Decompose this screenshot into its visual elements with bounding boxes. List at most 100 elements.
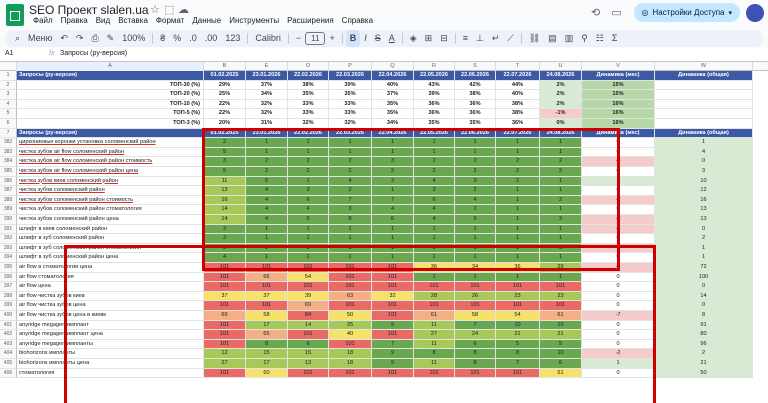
cell[interactable]: 34% <box>246 90 288 100</box>
cell[interactable]: -1 <box>582 263 655 273</box>
cell[interactable]: 24.08.2026 <box>540 128 582 139</box>
cell[interactable]: 58 <box>246 311 288 321</box>
menu-file[interactable]: Файл <box>29 16 57 25</box>
cell[interactable]: чистка зубов air flow соломенский район … <box>17 167 204 177</box>
cell[interactable]: 0 <box>582 368 655 379</box>
cell[interactable]: 4 <box>414 215 455 225</box>
cell[interactable]: 101 <box>204 263 246 273</box>
cell[interactable]: 16% <box>582 119 655 129</box>
cell[interactable]: 101 <box>414 301 455 311</box>
row-number[interactable]: 390 <box>0 215 17 225</box>
text-color-icon[interactable]: A <box>385 30 399 47</box>
cell[interactable]: 1 <box>372 243 414 254</box>
cell[interactable]: 1 <box>414 224 455 235</box>
row-number[interactable]: 386 <box>0 176 17 187</box>
cell[interactable]: 01.02.2025 <box>204 71 246 81</box>
row-number[interactable]: 385 <box>0 167 17 177</box>
cell[interactable]: 5 <box>288 215 329 225</box>
cell[interactable]: 2 <box>496 176 540 187</box>
cell[interactable]: 6 <box>540 359 582 369</box>
menu-format[interactable]: Формат <box>152 16 188 25</box>
cell[interactable] <box>655 119 753 129</box>
cell[interactable]: 101 <box>372 311 414 321</box>
cell[interactable]: 7 <box>329 195 372 206</box>
cell[interactable]: anyridge megagen импланты <box>17 339 204 350</box>
avatar[interactable] <box>746 3 764 22</box>
decimal-increase-icon[interactable]: .00 <box>201 30 222 47</box>
cell[interactable]: Динамика (общая) <box>655 71 753 81</box>
cell[interactable]: 3 <box>372 176 414 187</box>
cell[interactable]: air flow стоматология <box>17 272 204 283</box>
cell[interactable]: 22.07.2026 <box>496 71 540 81</box>
cell[interactable]: 4 <box>414 176 455 187</box>
cell[interactable]: 9 <box>372 320 414 331</box>
cell[interactable]: 7 <box>496 359 540 369</box>
cell[interactable]: 101 <box>372 301 414 311</box>
cell[interactable]: 101 <box>288 330 329 340</box>
cell[interactable]: 1 <box>496 272 540 283</box>
row-number[interactable]: 388 <box>0 195 17 206</box>
cell[interactable]: 3 <box>288 186 329 196</box>
cell[interactable]: air flow в стоматологии цена <box>17 263 204 273</box>
cell[interactable]: 16 <box>655 195 753 206</box>
comment-icon[interactable]: ▤ <box>544 30 561 47</box>
cell[interactable]: 13 <box>288 359 329 369</box>
cell[interactable]: ТОП-20 (%) <box>17 90 204 100</box>
cell[interactable]: 3 <box>372 157 414 167</box>
select-all-corner[interactable] <box>0 62 17 71</box>
search-icon[interactable]: ⌕ <box>11 30 24 47</box>
cell[interactable]: 10 <box>540 349 582 359</box>
cell[interactable]: 16 <box>204 195 246 206</box>
cell[interactable]: 1 <box>329 234 372 244</box>
cell[interactable]: 1 <box>288 138 329 148</box>
cell[interactable]: 101 <box>329 301 372 311</box>
cell[interactable]: 8 <box>455 349 496 359</box>
cell[interactable]: 24.08.2026 <box>540 71 582 81</box>
cell[interactable]: 1 <box>414 147 455 158</box>
cell[interactable]: 22.02.2026 <box>288 71 329 81</box>
cell[interactable]: 24 <box>455 330 496 340</box>
cell[interactable]: 38% <box>455 90 496 100</box>
cell[interactable]: 101 <box>414 368 455 379</box>
cell[interactable]: 101 <box>372 368 414 379</box>
cell[interactable]: 0 <box>582 339 655 350</box>
cell[interactable]: 2 <box>655 349 753 359</box>
cell[interactable]: 72 <box>655 263 753 273</box>
cell[interactable]: 0 <box>582 138 655 148</box>
cell[interactable]: 32 <box>372 291 414 302</box>
cell[interactable]: 1 <box>455 234 496 244</box>
cell[interactable]: 51 <box>540 368 582 379</box>
cell[interactable]: 14 <box>204 205 246 215</box>
cell[interactable]: 0 <box>582 186 655 196</box>
cell[interactable]: 25 <box>329 320 372 331</box>
cell[interactable]: 2 <box>496 167 540 177</box>
cell[interactable]: 0 <box>582 272 655 283</box>
cell[interactable]: 101 <box>329 282 372 292</box>
row-number[interactable]: 4 <box>0 99 17 110</box>
menu-search[interactable]: Меню <box>24 30 56 47</box>
cell[interactable]: 101 <box>414 282 455 292</box>
cell[interactable]: 0 <box>582 167 655 177</box>
cell[interactable]: 101 <box>288 368 329 379</box>
font-size-decrease-icon[interactable]: − <box>292 30 305 47</box>
cell[interactable]: 27 <box>414 330 455 340</box>
share-button[interactable]: ◎ Настройки Доступа ▾ <box>633 3 740 22</box>
row-number[interactable]: 3 <box>0 90 17 100</box>
cell[interactable]: 1 <box>455 272 496 283</box>
cell[interactable]: 1 <box>288 224 329 235</box>
cell[interactable]: 5 <box>204 167 246 177</box>
cell[interactable]: 101 <box>246 301 288 311</box>
cell[interactable]: 54 <box>288 272 329 283</box>
row-number[interactable]: 403 <box>0 339 17 350</box>
cell[interactable]: ТОП-5 (%) <box>17 109 204 119</box>
cell[interactable]: 36% <box>455 109 496 119</box>
cell[interactable]: 1 <box>372 138 414 148</box>
cell[interactable]: 29 <box>540 263 582 273</box>
cell[interactable]: 2 <box>329 167 372 177</box>
cell[interactable]: 34 <box>455 263 496 273</box>
cell[interactable]: 43% <box>414 80 455 91</box>
cell[interactable]: 7 <box>372 339 414 350</box>
cell[interactable]: 84 <box>288 311 329 321</box>
cell[interactable]: 0 <box>582 282 655 292</box>
cell[interactable]: 33% <box>329 99 372 110</box>
